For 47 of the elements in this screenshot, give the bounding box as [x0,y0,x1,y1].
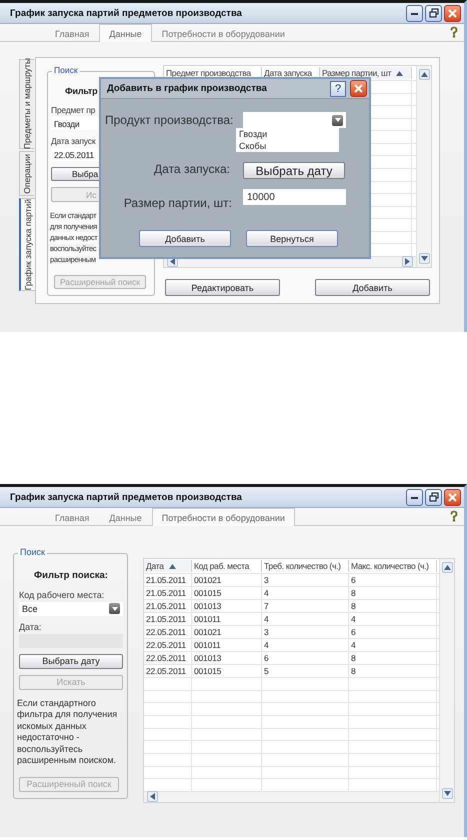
table-cell: 4 [262,587,349,600]
table-cell: 6 [349,574,437,586]
table-cell: 001013 [192,652,262,664]
table-cell: 22.05.2011 [144,652,192,664]
table-cell: 6 [349,626,437,638]
table-cell: 21.05.2011 [144,587,192,600]
table-cell: 21.05.2011 [144,574,192,586]
table-cell: 8 [349,600,437,612]
hint-text: Если стандартного фильтра для получения искомых данных недостаточно - воспользуйтесь расширенным поиском. [17,698,118,767]
table-cell: 3 [262,574,349,586]
table-cell: 8 [349,587,437,600]
table-cell: 001013 [192,600,262,612]
table-cell: 4 [349,613,437,626]
field-label: Код рабочего места: [19,590,104,600]
table-cell: 001015 [192,587,262,600]
field-label: Размер партии, шт: [122,195,232,210]
table-cell: 21.05.2011 [144,613,192,626]
window-title: График запуска партий предметов производства [10,8,243,18]
table-cell: 22.05.2011 [144,639,192,652]
table-cell: 001015 [192,665,262,678]
table-cell: 5 [262,665,349,678]
table-cell: 21.05.2011 [144,600,192,612]
table-cell: 6 [262,652,349,664]
group-legend: Поиск [52,65,80,75]
field-label: Дата запуск [51,136,96,146]
field-label: Продукт производства: [105,113,232,127]
table-cell: 001011 [192,639,262,652]
filter-heading: Фильтр [64,86,98,96]
table-cell: 8 [349,665,437,678]
field-label: Дата запуска: [153,161,231,176]
table-cell: 001021 [192,574,262,586]
table-cell: 001021 [192,626,262,638]
table-cell: 4 [349,639,437,652]
table-cell: 22.05.2011 [144,665,192,678]
table-cell: 001011 [192,613,262,626]
table-cell: 4 [262,613,349,626]
filter-heading: Фильтр поиска: [33,570,109,581]
dialog-title: Добавить в график производства [107,83,268,94]
table-cell: 22.05.2011 [144,626,192,638]
table-cell: 7 [262,600,349,612]
table-cell: 3 [262,626,349,638]
field-label: Дата: [19,622,42,632]
group-legend: Поиск [18,547,47,557]
table-cell: 4 [262,639,349,652]
field-label: Предмет пр [51,105,96,115]
window-title: График запуска партий предметов производства [10,492,243,502]
table-cell: 8 [349,652,437,664]
